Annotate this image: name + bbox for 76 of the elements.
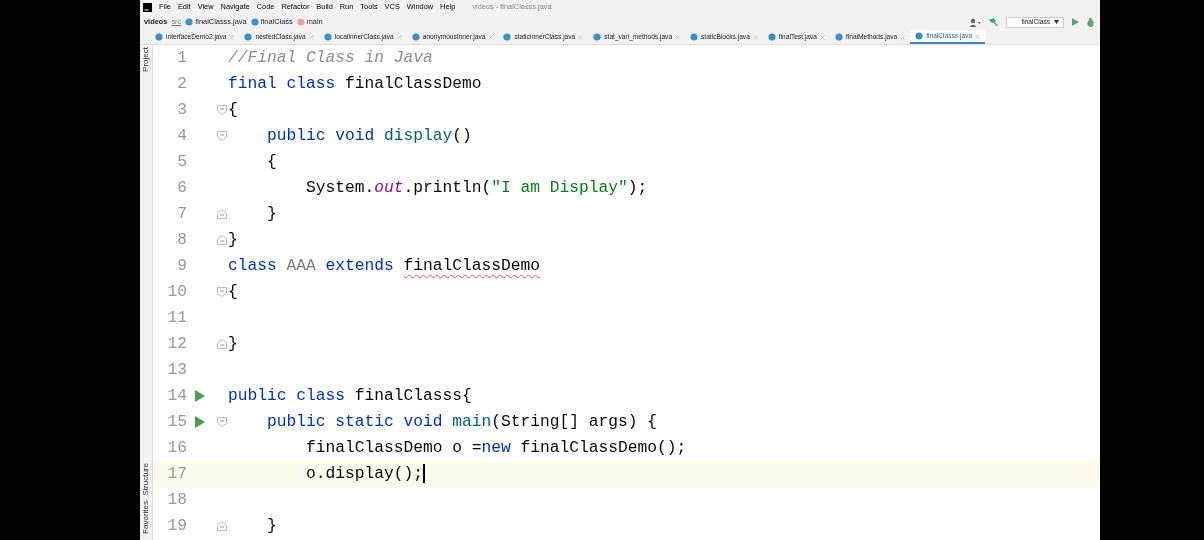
close-icon [396,34,402,40]
run-icon [1072,18,1079,26]
java-class-icon [503,33,512,41]
line-number: 4 [176,124,187,147]
fold-marker-icon[interactable] [217,287,227,297]
line-number: 3 [176,98,187,121]
text-caret [423,464,425,483]
tool-window-tab[interactable]: Project [140,47,152,72]
code-line: o.display(); [305,462,425,486]
java-class-icon [323,33,332,41]
line-number: 2 [176,72,187,95]
line-number: 16 [166,436,187,459]
fold-marker-icon[interactable] [217,235,227,245]
run-icon[interactable] [195,416,205,428]
java-class-icon [834,33,843,41]
java-class-icon [593,33,602,41]
line-number: 19 [166,514,187,537]
line-number: 11 [166,306,187,329]
line-number: 18 [166,488,187,511]
fold-marker-icon[interactable] [217,521,227,531]
code-line: //Final Class in Java [228,46,433,69]
code-line: } [228,228,238,251]
code-line: { [228,98,238,121]
code-line: public void display() [266,124,472,147]
close-icon [308,34,314,40]
code-line: { [266,150,277,173]
close-icon [975,33,981,39]
code-line: public static void main(String[] args) { [266,410,658,433]
close-icon [488,34,494,40]
close-icon [578,34,584,40]
line-number: 17 [166,462,187,485]
java-class-icon [767,33,776,41]
app-logo-icon [143,2,152,12]
line-number: 1 [176,46,187,69]
run-icon[interactable] [195,390,205,402]
code-line: } [266,202,277,225]
code-line: System.out.println("I am Display"); [305,176,648,199]
bug-icon [1087,17,1094,27]
line-number: 9 [176,254,187,277]
close-icon [900,34,906,40]
fold-marker-icon[interactable] [217,417,227,427]
close-icon [675,34,681,40]
java-class-icon [185,18,194,26]
line-number: 12 [166,332,187,355]
java-class-icon [411,33,420,41]
fold-marker-icon[interactable] [217,209,227,219]
fold-marker-icon[interactable] [217,105,227,115]
line-number: 7 [176,202,187,225]
hammer-icon [989,17,999,27]
code-line: finalClassDemo o =new finalClassDemo(); [305,436,687,459]
line-number: 5 [176,150,187,173]
close-icon [819,34,825,40]
java-class-icon [155,33,163,41]
java-class-icon [915,32,924,40]
code-line: class AAA extends finalClassDemo [228,254,541,277]
close-icon [229,34,235,40]
line-number: 6 [176,176,187,199]
fold-marker-icon[interactable] [217,339,227,349]
code-line: public class finalClasss{ [228,384,472,407]
line-number: 13 [166,358,187,381]
tool-window-tab[interactable]: Favorites [140,501,152,534]
fold-marker-icon[interactable] [217,131,227,141]
code-line: { [228,280,238,303]
line-number: 8 [176,228,187,251]
line-number: 15 [166,410,187,433]
user-icon [969,17,982,27]
method-icon [296,18,305,26]
close-icon [752,34,758,40]
tool-window-tab[interactable]: Structure [140,462,152,496]
java-class-icon [690,33,699,41]
code-line: } [266,514,277,537]
line-number: 10 [166,280,187,303]
code-line: } [228,332,238,355]
caret-icon [1054,20,1059,24]
code-line: final class finalClassDemo [228,72,482,95]
line-number: 14 [166,384,187,407]
